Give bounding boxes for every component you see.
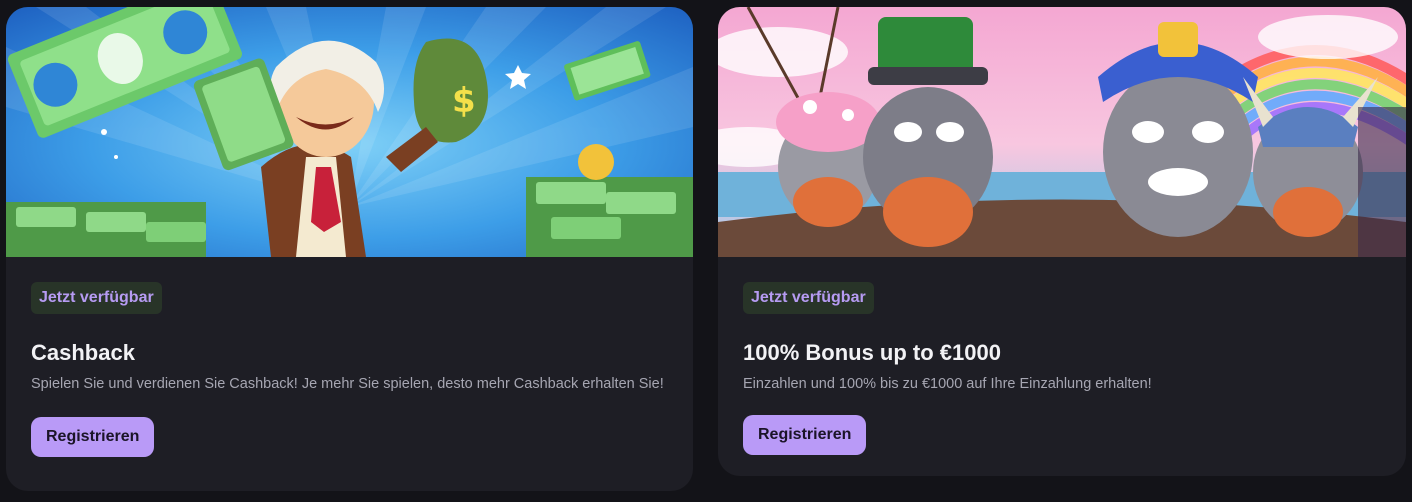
promo-title: Cashback [31, 340, 135, 365]
promo-description: Spielen Sie und verdienen Sie Cashback! … [31, 376, 664, 392]
promo-card-body: Jetzt verfügbar 100% Bonus up to €1000 E… [718, 257, 1406, 455]
availability-badge: Jetzt verfügbar [743, 282, 874, 314]
register-button[interactable]: Registrieren [31, 417, 155, 457]
promotions-grid: $ Jetzt verfügbar Cashback Spielen Sie u… [0, 0, 1412, 502]
promo-description: Einzahlen und 100% bis zu €1000 auf Ihre… [743, 376, 1152, 392]
promo-card-bonus: Jetzt verfügbar 100% Bonus up to €1000 E… [718, 7, 1406, 476]
bonus-banner-image [718, 7, 1406, 257]
promo-card-body: Jetzt verfügbar Cashback Spielen Sie und… [6, 257, 693, 457]
register-button[interactable]: Registrieren [743, 415, 867, 455]
promo-title: 100% Bonus up to €1000 [743, 340, 1001, 365]
svg-text:$: $ [452, 81, 476, 121]
promo-card-cashback: $ Jetzt verfügbar Cashback Spielen Sie u… [6, 7, 693, 491]
availability-badge: Jetzt verfügbar [31, 282, 162, 314]
cashback-banner-image: $ [6, 7, 693, 257]
